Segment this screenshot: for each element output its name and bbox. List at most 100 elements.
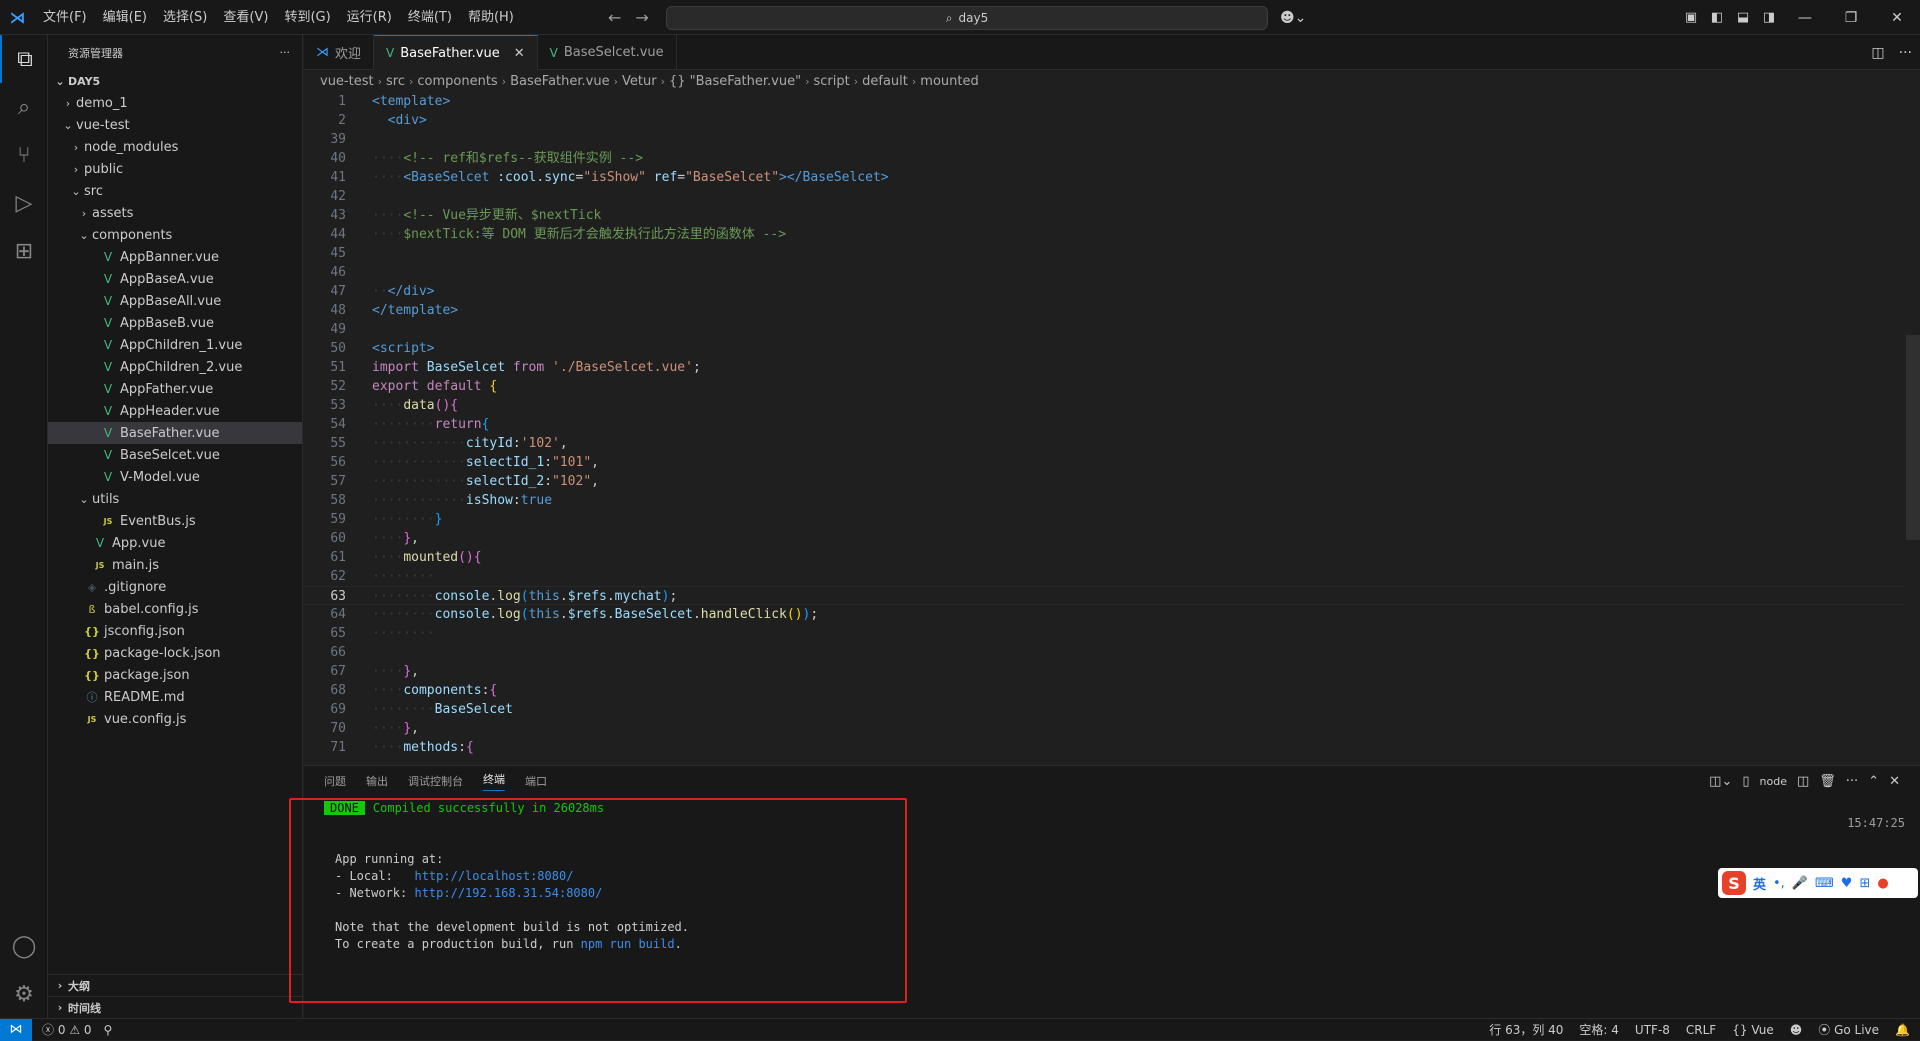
menu-item-7[interactable]: 帮助(H) xyxy=(460,0,522,35)
tree-item[interactable]: JS main.js xyxy=(48,554,302,576)
tree-item[interactable]: V App.vue xyxy=(48,532,302,554)
breadcrumb-item[interactable]: default xyxy=(862,74,908,89)
tree-item[interactable]: V AppHeader.vue xyxy=(48,400,302,422)
tree-item[interactable]: V BaseSelcet.vue xyxy=(48,444,302,466)
tree-item[interactable]: V AppBaseAll.vue xyxy=(48,290,302,312)
maximize-panel-icon[interactable]: ⌃ xyxy=(1868,774,1879,789)
breadcrumb-item[interactable]: script xyxy=(813,74,849,89)
language-mode[interactable]: {} Vue xyxy=(1732,1023,1774,1037)
breadcrumb-item[interactable]: mounted xyxy=(920,74,978,89)
close-icon[interactable]: ✕ xyxy=(514,46,525,61)
encoding[interactable]: UTF-8 xyxy=(1635,1023,1670,1037)
tree-item[interactable]: V AppBaseA.vue xyxy=(48,268,302,290)
menu-item-2[interactable]: 选择(S) xyxy=(155,0,215,35)
tree-item[interactable]: › assets xyxy=(48,202,302,224)
split-editor-icon[interactable]: ◫ xyxy=(1871,45,1884,61)
toggle-panel-icon[interactable]: ⬓ xyxy=(1730,0,1756,35)
close-window-button[interactable]: ✕ xyxy=(1874,0,1920,35)
ime-toolbar[interactable]: S 英 •, 🎤 ⌨ ♥ ⊞ ● xyxy=(1718,868,1918,898)
forward-arrow-icon[interactable]: → xyxy=(635,8,648,27)
sidebar-section-1[interactable]: › 时间线 xyxy=(48,996,302,1018)
breadcrumb-item[interactable]: src xyxy=(386,74,405,89)
copilot-icon[interactable]: ☻⌄ xyxy=(1280,0,1306,35)
explorer-icon[interactable]: ⧉ xyxy=(0,35,48,83)
menu-item-0[interactable]: 文件(F) xyxy=(35,0,95,35)
back-arrow-icon[interactable]: ← xyxy=(608,8,621,27)
panel-tab[interactable]: 终端 xyxy=(483,771,505,791)
tree-item[interactable]: ⌄ components xyxy=(48,224,302,246)
restore-button[interactable]: ❐ xyxy=(1828,0,1874,35)
menu-item-3[interactable]: 查看(V) xyxy=(215,0,276,35)
mascot-icon[interactable]: ● xyxy=(1877,876,1888,891)
run-debug-icon[interactable]: ▷ xyxy=(0,179,48,227)
tree-item[interactable]: {} package.json xyxy=(48,664,302,686)
extensions-icon[interactable]: ⊞ xyxy=(0,227,48,275)
grid-icon[interactable]: ⊞ xyxy=(1859,876,1870,891)
breadcrumb-item[interactable]: vue-test xyxy=(320,74,374,89)
panel-tab[interactable]: 调试控制台 xyxy=(408,773,463,789)
split-terminal-icon[interactable]: ◫ xyxy=(1797,774,1809,789)
tree-item[interactable]: › demo_1 xyxy=(48,92,302,114)
tree-item[interactable]: {} jsconfig.json xyxy=(48,620,302,642)
terminal-name[interactable]: node xyxy=(1760,775,1787,788)
source-control-icon[interactable]: ⑂ xyxy=(0,131,48,179)
tree-item[interactable]: ⌄ src xyxy=(48,180,302,202)
menu-item-6[interactable]: 终端(T) xyxy=(400,0,460,35)
sidebar-section-0[interactable]: › 大纲 xyxy=(48,974,302,996)
breadcrumb-item[interactable]: BaseFather.vue xyxy=(510,74,609,89)
tree-item[interactable]: › public xyxy=(48,158,302,180)
tree-item[interactable]: V AppChildren_2.vue xyxy=(48,356,302,378)
tree-item[interactable]: V AppFather.vue xyxy=(48,378,302,400)
tree-item[interactable]: JS vue.config.js xyxy=(48,708,302,730)
menu-item-4[interactable]: 转到(G) xyxy=(276,0,338,35)
more-actions-icon[interactable]: ··· xyxy=(280,46,291,59)
toggle-secondary-sidebar-icon[interactable]: ◨ xyxy=(1756,0,1782,35)
tree-item[interactable]: V BaseFather.vue xyxy=(48,422,302,444)
panel-tab[interactable]: 端口 xyxy=(525,773,547,789)
cursor-position[interactable]: 行 63，列 40 xyxy=(1489,1021,1563,1038)
panel-tab[interactable]: 输出 xyxy=(366,773,388,789)
tree-item[interactable]: ◈ .gitignore xyxy=(48,576,302,598)
tree-item[interactable]: ß babel.config.js xyxy=(48,598,302,620)
keyboard-icon[interactable]: ⌨ xyxy=(1815,876,1834,891)
tree-item[interactable]: ⓘ README.md xyxy=(48,686,302,708)
tree-item[interactable]: ⌄ vue-test xyxy=(48,114,302,136)
go-live[interactable]: ⦿ Go Live xyxy=(1818,1021,1879,1038)
copilot-status-icon[interactable]: ☻ xyxy=(1790,1023,1803,1037)
breadcrumb-item[interactable]: {} "BaseFather.vue" xyxy=(669,74,801,89)
ports-icon[interactable]: ⚲ xyxy=(104,1023,113,1037)
panel-tab[interactable]: 问题 xyxy=(324,773,346,789)
breadcrumb-item[interactable]: components xyxy=(417,74,497,89)
terminal-layout-icon[interactable]: ◫⌄ xyxy=(1709,774,1732,789)
code-editor[interactable]: 1 <template> 2 <div> 39 40 ····<!-- ref和$refs… xyxy=(304,92,1904,765)
manage-gear-icon[interactable]: ⚙ xyxy=(0,970,48,1018)
tree-item[interactable]: JS EventBus.js xyxy=(48,510,302,532)
editor-tab[interactable]: ⋊ 欢迎 xyxy=(304,35,375,70)
tree-item[interactable]: V AppBaseB.vue xyxy=(48,312,302,334)
indentation[interactable]: 空格: 4 xyxy=(1579,1021,1619,1038)
workspace-root[interactable]: ⌄ DAY5 xyxy=(48,70,302,92)
editor-tab[interactable]: V BaseFather.vue ✕ xyxy=(374,35,538,70)
tree-item[interactable]: V AppChildren_1.vue xyxy=(48,334,302,356)
editor-scrollbar[interactable] xyxy=(1906,335,1920,540)
menu-item-1[interactable]: 编辑(E) xyxy=(95,0,155,35)
tree-item[interactable]: ⌄ utils xyxy=(48,488,302,510)
notifications-icon[interactable]: 🔔 xyxy=(1895,1023,1910,1037)
ime-lang[interactable]: 英 xyxy=(1753,874,1766,893)
close-panel-icon[interactable]: ✕ xyxy=(1889,774,1900,789)
tree-item[interactable]: V AppBanner.vue xyxy=(48,246,302,268)
problems-status[interactable]: ⓧ 0 ⚠ 0 xyxy=(42,1021,92,1038)
punctuation-icon[interactable]: •, xyxy=(1773,876,1785,891)
panel-more-icon[interactable]: ··· xyxy=(1846,774,1858,789)
account-icon[interactable]: ◯ xyxy=(0,922,48,970)
breadcrumb-item[interactable]: Vetur xyxy=(622,74,657,89)
editor-more-icon[interactable]: ··· xyxy=(1899,45,1912,61)
microphone-icon[interactable]: 🎤 xyxy=(1792,876,1808,891)
toggle-sidebar-icon[interactable]: ◧ xyxy=(1704,0,1730,35)
search-view-icon[interactable]: ⌕ xyxy=(0,83,48,131)
kill-terminal-icon[interactable]: 🗑 xyxy=(1819,774,1836,789)
tree-item[interactable]: › node_modules xyxy=(48,136,302,158)
command-center-search[interactable]: ⌕ day5 xyxy=(666,6,1268,30)
line-ending[interactable]: CRLF xyxy=(1686,1023,1716,1037)
menu-item-5[interactable]: 运行(R) xyxy=(339,0,400,35)
